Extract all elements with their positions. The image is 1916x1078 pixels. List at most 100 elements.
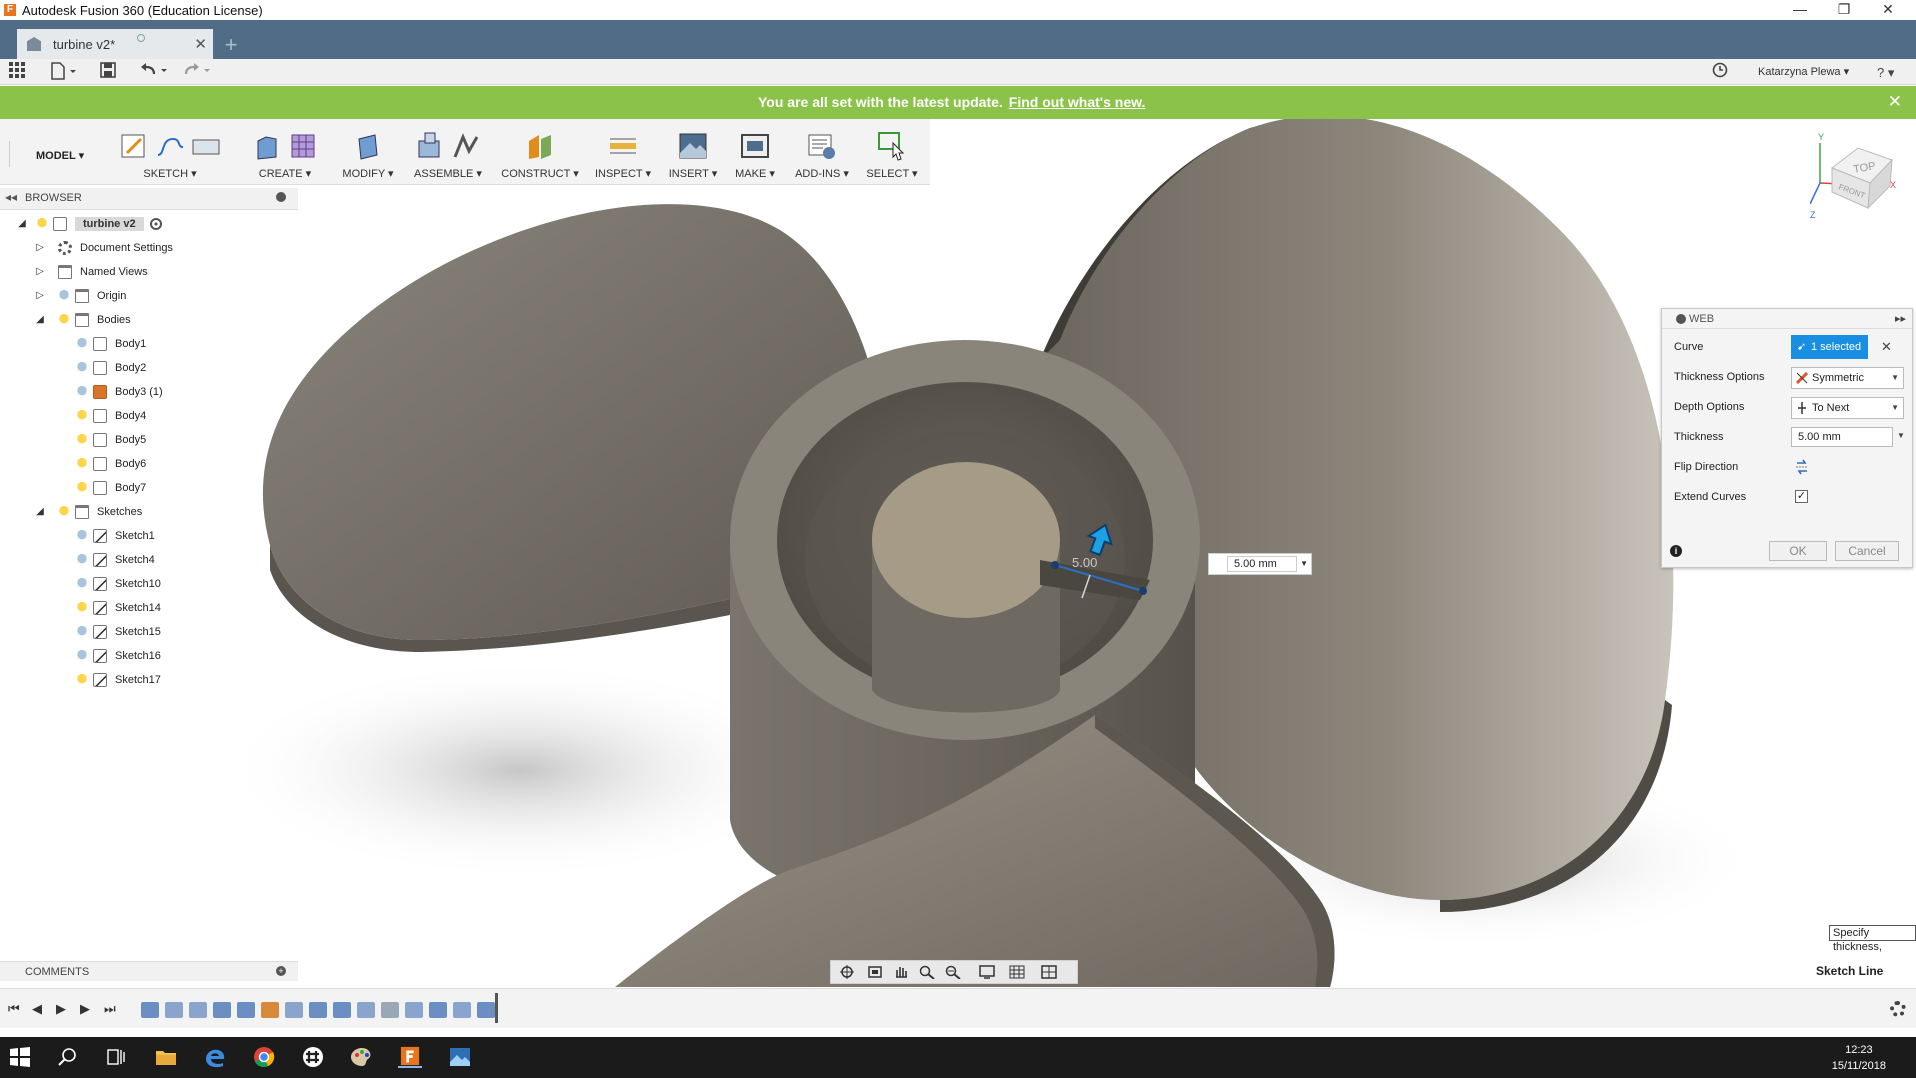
visibility-bulb-icon[interactable] [76,433,88,447]
view-cube[interactable]: TOP FRONT Y X Z [1809,128,1910,228]
offset-plane-icon[interactable] [525,131,555,161]
maximize-button[interactable]: ❐ [1822,0,1866,20]
expand-arrow-icon[interactable]: ▷ [34,290,46,302]
new-component-icon[interactable] [415,131,445,161]
make-menu-label[interactable]: MAKE ▾ [731,167,779,180]
measure-icon[interactable] [608,131,638,161]
tree-item-body6[interactable]: Body6 [76,454,146,474]
make-group[interactable]: MAKE ▾ [731,127,779,183]
chevron-down-icon[interactable]: ▼ [1897,431,1905,440]
tree-item-body5[interactable]: Body5 [76,430,146,450]
inspect-menu-label[interactable]: INSPECT ▾ [590,167,656,180]
file-menu-icon[interactable] [50,62,78,82]
curve-selection-button[interactable]: ➹ 1 selected [1791,335,1868,359]
thickness-canvas-field[interactable]: 5.00 mm [1227,556,1297,572]
tree-item-body7[interactable]: Body7 [76,478,146,498]
extend-curves-checkbox[interactable]: ✓ [1795,490,1808,503]
paint-palette-icon[interactable] [350,1046,374,1068]
job-status-clock-icon[interactable] [1712,62,1728,82]
spline-icon[interactable] [155,131,185,161]
visibility-bulb-icon[interactable] [58,505,70,519]
pan-hand-icon[interactable] [893,965,909,979]
save-icon[interactable] [100,62,116,82]
tree-item-document-settings[interactable]: ▷ Document Settings [34,238,173,258]
timeline-settings-gear-icon[interactable] [1890,1001,1906,1017]
visibility-bulb-icon[interactable] [76,649,88,663]
visibility-bulb-icon[interactable] [76,601,88,615]
press-pull-icon[interactable] [353,131,383,161]
step-forward-icon[interactable]: ▶ [80,1001,90,1017]
look-at-icon[interactable] [867,965,883,979]
insert-menu-label[interactable]: INSERT ▾ [668,167,718,180]
collapse-browser-icon[interactable]: ◂◂ [5,190,17,204]
rectangle-icon[interactable] [191,131,221,161]
addins-menu-label[interactable]: ADD-INS ▾ [792,167,852,180]
timeline-feature-extrude-icon[interactable] [285,1002,303,1018]
fusion360-taskbar-icon[interactable] [398,1046,422,1068]
timeline-feature-extrude-icon[interactable] [357,1002,375,1018]
thickness-input[interactable]: 5.00 mm [1791,427,1893,447]
joint-icon[interactable] [451,131,481,161]
visibility-bulb-icon[interactable] [76,625,88,639]
zoom-icon[interactable] [919,965,935,979]
timeline-feature-extrude-icon[interactable] [165,1002,183,1018]
timeline-feature-move-icon[interactable] [405,1002,423,1018]
thickness-options-select[interactable]: Symmetric ▼ [1791,367,1904,389]
go-to-start-icon[interactable]: ⏮ [8,1001,20,1017]
clear-selection-button[interactable]: ✕ [1881,339,1892,355]
tree-item-named-views[interactable]: ▷ Named Views [34,262,148,282]
visibility-bulb-icon[interactable] [76,409,88,423]
visibility-bulb-icon[interactable] [76,361,88,375]
document-tab[interactable]: turbine v2* ✕ [17,29,213,59]
photos-app-icon[interactable] [448,1046,472,1068]
grid-snaps-icon[interactable] [1009,965,1025,979]
tree-item-origin[interactable]: ▷ Origin [34,286,126,306]
timeline-feature-pattern-icon[interactable] [261,1002,279,1018]
chrome-icon[interactable] [252,1046,276,1068]
thickness-manipulator-input[interactable]: 5.00 mm ▼ [1208,553,1312,575]
tree-item-body4[interactable]: Body4 [76,406,146,426]
create-sketch-icon[interactable] [119,131,149,161]
edge-browser-icon[interactable] [203,1046,227,1068]
select-menu-label[interactable]: SELECT ▾ [862,167,922,180]
tree-item-bodies[interactable]: ◢ Bodies [34,310,131,330]
extrude-icon[interactable] [252,131,282,161]
timeline-feature-sketch-icon[interactable] [309,1002,327,1018]
collapse-arrow-icon[interactable]: ◢ [34,506,46,518]
visibility-bulb-icon[interactable] [76,673,88,687]
select-icon[interactable] [877,131,907,161]
chevron-down-icon[interactable]: ▼ [1300,559,1308,568]
whats-new-link[interactable]: Find out what's new. [1009,94,1146,110]
task-view-icon[interactable] [104,1046,128,1068]
workspace-mode-dropdown[interactable]: MODEL ▾ [36,149,84,162]
collapse-arrow-icon[interactable]: ◢ [16,218,28,230]
addins-group[interactable]: ADD-INS ▾ [792,127,852,183]
modify-menu-label[interactable]: MODIFY ▾ [338,167,398,180]
scripts-addins-icon[interactable] [807,131,837,161]
close-banner-button[interactable]: ✕ [1888,92,1902,112]
search-icon[interactable] [56,1046,80,1068]
sketch-group[interactable]: SKETCH ▾ [110,127,230,183]
tree-item-sketch14[interactable]: Sketch14 [76,598,161,618]
depth-options-select[interactable]: To Next ▼ [1791,397,1904,419]
visibility-bulb-icon[interactable] [76,529,88,543]
timeline-feature-shell-icon[interactable] [381,1002,399,1018]
timeline-feature-sketch-icon[interactable] [213,1002,231,1018]
tree-item-sketch1[interactable]: Sketch1 [76,526,155,546]
go-to-end-icon[interactable]: ⏭ [104,1001,116,1017]
expand-dialog-icon[interactable]: ▸▸ [1895,312,1906,325]
display-settings-icon[interactable] [979,965,995,979]
tree-item-sketch17[interactable]: Sketch17 [76,670,161,690]
ok-button[interactable]: OK [1769,541,1827,561]
timeline-feature-extrude-icon[interactable] [189,1002,207,1018]
timeline-feature-sketch-icon[interactable] [237,1002,255,1018]
undo-icon[interactable] [140,62,170,82]
timeline-feature-sketch-icon[interactable] [141,1002,159,1018]
expand-arrow-icon[interactable]: ▷ [34,266,46,278]
visibility-bulb-icon[interactable] [36,217,48,231]
3d-print-icon[interactable] [740,131,770,161]
visibility-bulb-icon[interactable] [76,577,88,591]
create-group[interactable]: CREATE ▾ [245,127,325,183]
user-account-menu[interactable]: Katarzyna Plewa ▾ [1758,65,1849,78]
visibility-bulb-icon[interactable] [76,457,88,471]
